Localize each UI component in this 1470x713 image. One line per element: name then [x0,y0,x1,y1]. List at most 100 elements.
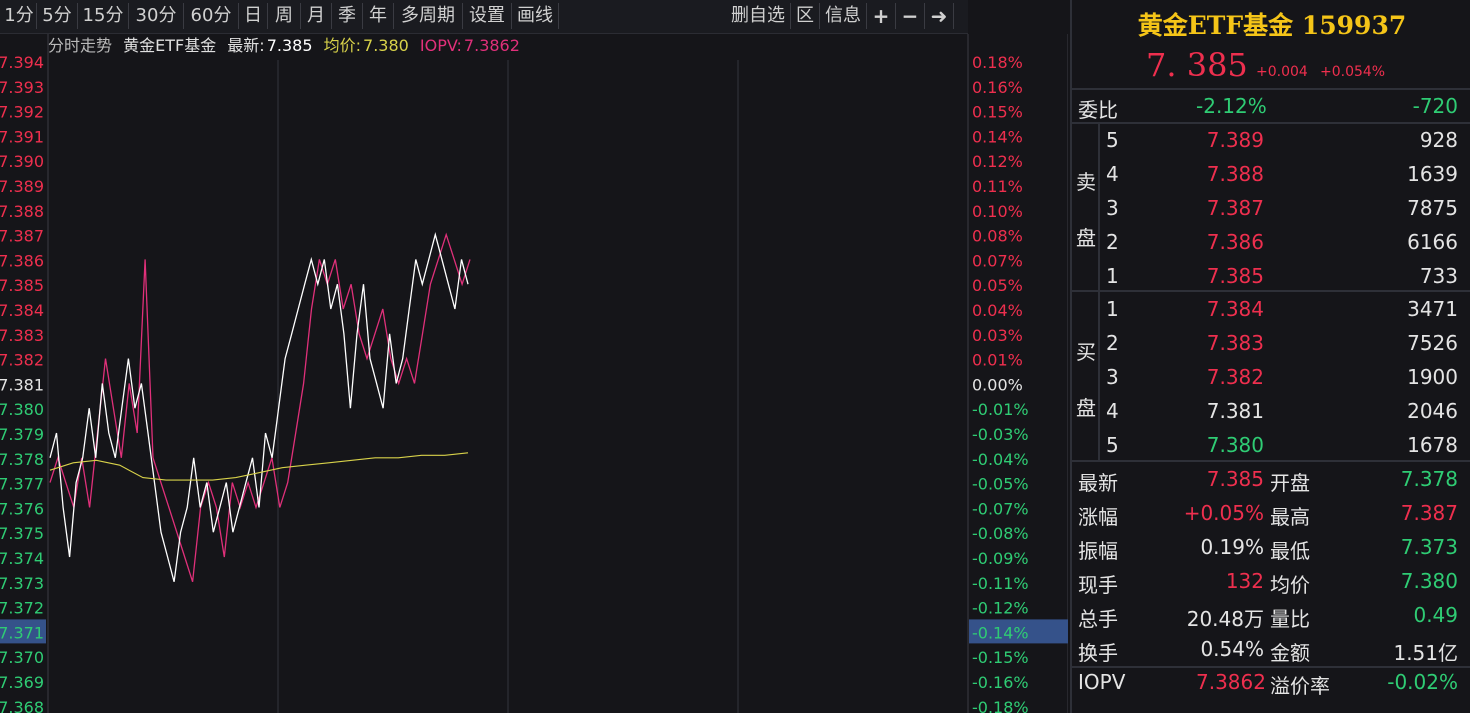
pct-tick-label: 0.00% [972,375,1023,394]
period-tab-12[interactable]: 画线 [512,3,559,29]
period-tab-0[interactable]: 1分 [2,3,37,29]
pct-tick-label: 0.07% [972,251,1023,270]
pct-tick-label: 0.14% [972,127,1023,146]
y-tick-label: 7.373 [0,574,44,593]
y-tick-label: 7.386 [0,251,44,270]
stat-label: 最高 [1270,505,1310,529]
sell-price: 7.388 [1206,162,1264,186]
hover-price-label: 7.371 [0,623,44,642]
y-tick-label: 7.382 [0,351,44,370]
chart-mode-label: 分时走势 [48,36,113,55]
buy-volume: 7526 [1407,331,1458,355]
weibi-diff: -720 [1412,94,1458,118]
pct-tick-label: 0.05% [972,276,1023,295]
stat-value: +0.05% [1183,501,1264,525]
hover-pct-label: -0.14% [972,623,1029,642]
stat-value: 20.48万 [1186,607,1264,631]
y-tick-label: 7.378 [0,450,44,469]
period-tab-11[interactable]: 设置 [463,3,512,29]
buy-price: 7.383 [1206,331,1264,355]
intraday-chart-svg[interactable]: 7.394 0.18% 7.393 0.16% 7.392 0.15% 7.391 0.14%… [0,34,1068,713]
sell-level: 1 [1106,264,1119,288]
period-tab-2[interactable]: 15分 [78,3,129,29]
period-tab-1[interactable]: 5分 [37,3,78,29]
delete-watchlist-button[interactable]: 删自选 [726,3,791,29]
buy-price: 7.381 [1206,399,1264,423]
collapse-button[interactable]: ➜ [925,3,954,29]
stat-value: 0.49 [1413,603,1458,627]
pct-tick-label: -0.09% [972,549,1029,568]
avg-label: 均价: [323,36,362,55]
period-tab-10[interactable]: 多周期 [394,3,463,29]
pct-tick-label: 0.10% [972,202,1023,221]
y-tick-label: 7.390 [0,152,44,171]
period-tab-3[interactable]: 30分 [129,3,184,29]
pct-tick-label: 0.01% [972,351,1023,370]
period-tab-7[interactable]: 月 [301,3,332,29]
quote-change: +0.004 [1256,64,1308,80]
period-tab-5[interactable]: 日 [239,3,268,29]
stat-value: 132 [1225,569,1264,593]
avg-price-line [49,452,469,481]
pct-tick-label: 0.15% [972,103,1023,122]
stat-label: 总手 [1078,607,1118,631]
sell-volume: 7875 [1407,196,1458,220]
avg-value: 7.380 [363,36,409,55]
stat-value: 1.51亿 [1393,641,1458,665]
sell-volume: 1639 [1407,162,1458,186]
premium-label: 溢价率 [1270,674,1330,698]
buy-volume: 1900 [1407,365,1458,389]
quote-panel: 黄金ETF基金 159937 7. 385 +0.004 +0.054% 委比 … [1070,0,1470,713]
y-tick-label: 7.384 [0,301,44,320]
add-button[interactable]: + [867,3,896,29]
latest-label: 最新: [227,36,265,55]
pct-tick-label: -0.15% [972,648,1029,667]
price-line [49,232,469,582]
period-toolbar: 1分 5分 15分 30分 60分日周月季年多周期 设置 画线 删自选区信息 + − ➜ [0,0,968,34]
period-tab-8[interactable]: 季 [332,3,363,29]
buy-volume: 1678 [1407,433,1458,457]
pct-tick-label: 0.16% [972,78,1023,97]
y-tick-label: 7.368 [0,698,44,713]
stat-value: 7.373 [1400,535,1458,559]
period-tab-9[interactable]: 年 [363,3,394,29]
stat-label: 最低 [1270,539,1310,563]
buy-price: 7.384 [1206,297,1264,321]
stat-label: 振幅 [1078,539,1118,563]
intraday-chart[interactable]: 7.394 0.18% 7.393 0.16% 7.392 0.15% 7.391 0.14%… [0,34,1068,713]
divider [1072,88,1470,90]
period-tab-4[interactable]: 60分 [184,3,239,29]
pct-tick-label: 0.18% [972,53,1023,72]
y-tick-label: 7.385 [0,276,44,295]
divider [1072,290,1470,292]
quote-title: 黄金ETF基金 159937 [1137,11,1407,40]
minus-button[interactable]: − [896,3,925,29]
buy-volume: 2046 [1407,399,1458,423]
divider [1072,122,1470,124]
period-tab-6[interactable]: 周 [268,3,301,29]
y-tick-label: 7.369 [0,673,44,692]
sell-level: 3 [1106,196,1119,220]
pct-tick-label: -0.16% [972,673,1029,692]
pct-tick-label: -0.04% [972,450,1029,469]
y-tick-label: 7.380 [0,400,44,419]
stat-value: 7.378 [1400,467,1458,491]
latest-value: 7.385 [266,36,313,55]
y-tick-label: 7.387 [0,227,44,246]
sell-side-label-2: 盘 [1076,226,1096,250]
info-button[interactable]: 信息 [820,3,867,29]
pct-tick-label: 0.12% [972,152,1023,171]
y-tick-label: 7.379 [0,425,44,444]
pct-tick-label: -0.01% [972,400,1029,419]
quote-price: 7. 385 [1146,46,1248,84]
weibi-pct: -2.12% [1196,94,1267,118]
y-tick-label: 7.375 [0,524,44,543]
range-button[interactable]: 区 [791,3,820,29]
buy-side-label-2: 盘 [1076,396,1096,420]
sell-price: 7.387 [1206,196,1264,220]
buy-side-label-1: 买 [1076,340,1096,364]
chart-security-name: 黄金ETF基金 [123,36,217,55]
sell-volume: 6166 [1407,230,1458,254]
pct-tick-label: 0.11% [972,177,1023,196]
y-tick-label: 7.381 [0,375,44,394]
